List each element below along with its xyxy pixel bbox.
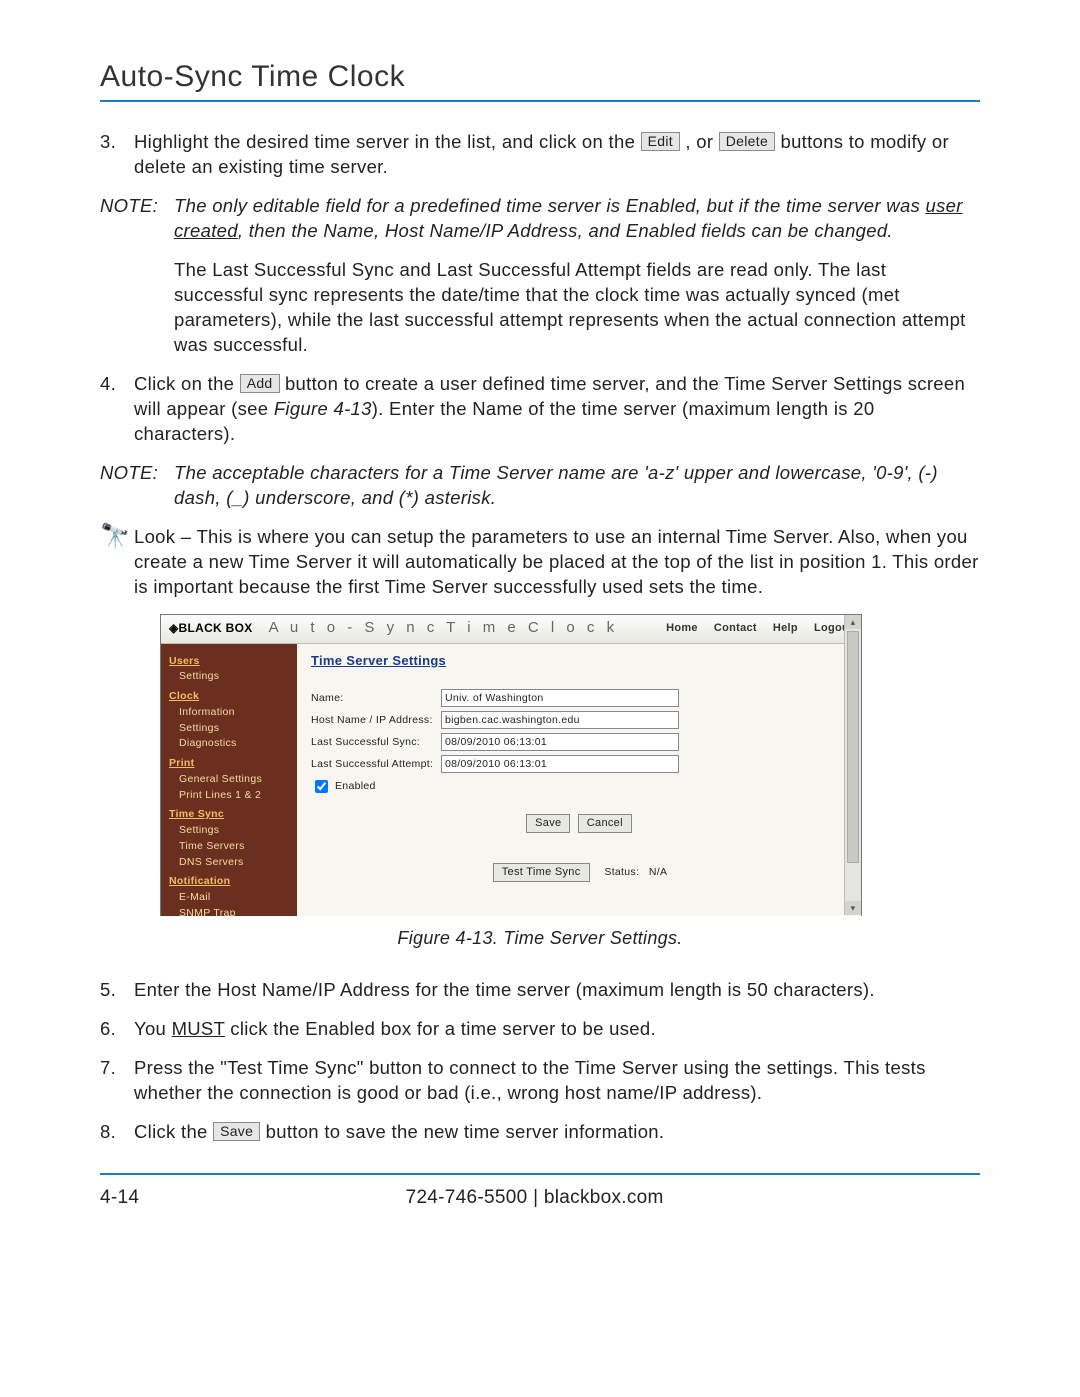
sidebar-ts-settings[interactable]: Settings [169,823,289,839]
step-number: 8. [100,1120,134,1145]
name-input[interactable]: Univ. of Washington [441,689,679,707]
save-button[interactable]: Save [213,1122,260,1141]
nav-contact[interactable]: Contact [714,621,757,636]
binoculars-icon: 🔭 [100,525,134,549]
host-input[interactable]: bigben.cac.washington.edu [441,711,679,729]
step-3: 3. Highlight the desired time server in … [100,130,980,180]
attempt-label: Last Successful Attempt: [311,757,441,771]
cancel-button[interactable]: Cancel [578,814,632,833]
look-callout: 🔭 Look – This is where you can setup the… [100,525,980,600]
text: Click the [134,1121,213,1142]
sidebar-users-settings[interactable]: Settings [169,669,289,685]
sidebar-print-general[interactable]: General Settings [169,772,289,788]
title-rule [100,100,980,102]
text-underlined: MUST [172,1018,225,1039]
step-number: 4. [100,372,134,447]
app-header: ◈BLACK BOX A u t o - S y n c T i m e C l… [161,615,861,644]
scroll-down-icon[interactable]: ▾ [845,901,861,915]
save-button[interactable]: Save [526,814,570,833]
sidebar-clock-diag[interactable]: Diagnostics [169,736,289,752]
note-body: The only editable field for a predefined… [174,194,980,358]
sidebar-users[interactable]: Users [169,654,289,670]
sidebar-ts-servers[interactable]: Time Servers [169,839,289,855]
sidebar-timesync[interactable]: Time Sync [169,807,289,823]
text: , or [685,131,718,152]
step-number: 3. [100,130,134,180]
scroll-up-icon[interactable]: ▴ [845,615,861,629]
logo: ◈BLACK BOX [169,620,253,636]
page-title: Auto-Sync Time Clock [100,60,980,94]
step-body: Press the "Test Time Sync" button to con… [134,1056,980,1106]
footer-rule [100,1173,980,1175]
note-2: NOTE: The acceptable characters for a Ti… [100,461,980,511]
edit-button[interactable]: Edit [641,132,680,151]
sidebar-notif-email[interactable]: E-Mail [169,890,289,906]
text: Click on the [134,373,240,394]
host-label: Host Name / IP Address: [311,713,441,727]
delete-button[interactable]: Delete [719,132,775,151]
app-title: A u t o - S y n c T i m e C l o c k [269,618,619,638]
sync-label: Last Successful Sync: [311,735,441,749]
step-7: 7. Press the "Test Time Sync" button to … [100,1056,980,1106]
sidebar-clock-info[interactable]: Information [169,705,289,721]
sync-value: 08/09/2010 06:13:01 [441,733,679,751]
sidebar-print[interactable]: Print [169,756,289,772]
scrollbar[interactable]: ▴ ▾ [844,615,861,915]
status-label: Status: [604,866,639,878]
note-1: NOTE: The only editable field for a pred… [100,194,980,358]
nav-home[interactable]: Home [666,621,698,636]
step-body: Click on the Add button to create a user… [134,372,980,447]
sidebar: Users Settings Clock Information Setting… [161,644,297,916]
look-body: Look – This is where you can setup the p… [134,525,980,600]
step-number: 5. [100,978,134,1003]
panel-heading: Time Server Settings [311,652,446,670]
step-5: 5. Enter the Host Name/IP Address for th… [100,978,980,1003]
step-body: You MUST click the Enabled box for a tim… [134,1017,980,1042]
test-time-sync-button[interactable]: Test Time Sync [493,863,590,882]
name-label: Name: [311,691,441,705]
text: Highlight the desired time server in the… [134,131,641,152]
step-body: Enter the Host Name/IP Address for the t… [134,978,980,1003]
footer-contact: 724-746-5500 | blackbox.com [406,1187,664,1209]
scroll-thumb[interactable] [847,631,859,863]
figure-caption: Figure 4-13. Time Server Settings. [100,926,980,950]
text: button to save the new time server infor… [266,1121,665,1142]
status-value: N/A [649,866,667,878]
sidebar-clock-settings[interactable]: Settings [169,721,289,737]
attempt-value: 08/09/2010 06:13:01 [441,755,679,773]
figure-4-13: ◈BLACK BOX A u t o - S y n c T i m e C l… [160,614,980,916]
text: click the Enabled box for a time server … [225,1018,656,1039]
enabled-label: Enabled [335,779,376,793]
text: The only editable field for a predefined… [174,195,926,216]
enabled-checkbox[interactable] [315,780,328,793]
text: , then the Name, Host Name/IP Address, a… [238,220,893,241]
note-body: The acceptable characters for a Time Ser… [174,461,980,511]
note-label: NOTE: [100,194,174,358]
figure-ref: Figure 4-13 [274,398,372,419]
step-6: 6. You MUST click the Enabled box for a … [100,1017,980,1042]
step-8: 8. Click the Save button to save the new… [100,1120,980,1145]
sidebar-ts-dns[interactable]: DNS Servers [169,855,289,871]
text: You [134,1018,172,1039]
sidebar-notif[interactable]: Notification [169,874,289,890]
note-label: NOTE: [100,461,174,511]
sidebar-clock[interactable]: Clock [169,689,289,705]
main-panel: Time Server Settings Name: Univ. of Wash… [297,644,861,916]
step-4: 4. Click on the Add button to create a u… [100,372,980,447]
step-number: 6. [100,1017,134,1042]
note-plain: The Last Successful Sync and Last Succes… [174,258,980,358]
step-body: Highlight the desired time server in the… [134,130,980,180]
add-button[interactable]: Add [240,374,280,393]
sidebar-print-lines[interactable]: Print Lines 1 & 2 [169,788,289,804]
page-footer: 4-14 724-746-5500 | blackbox.com [100,1187,980,1209]
nav-help[interactable]: Help [773,621,798,636]
step-body: Click the Save button to save the new ti… [134,1120,980,1145]
page-number: 4-14 [100,1187,139,1209]
step-number: 7. [100,1056,134,1106]
sidebar-notif-snmp[interactable]: SNMP Trap [169,906,289,922]
